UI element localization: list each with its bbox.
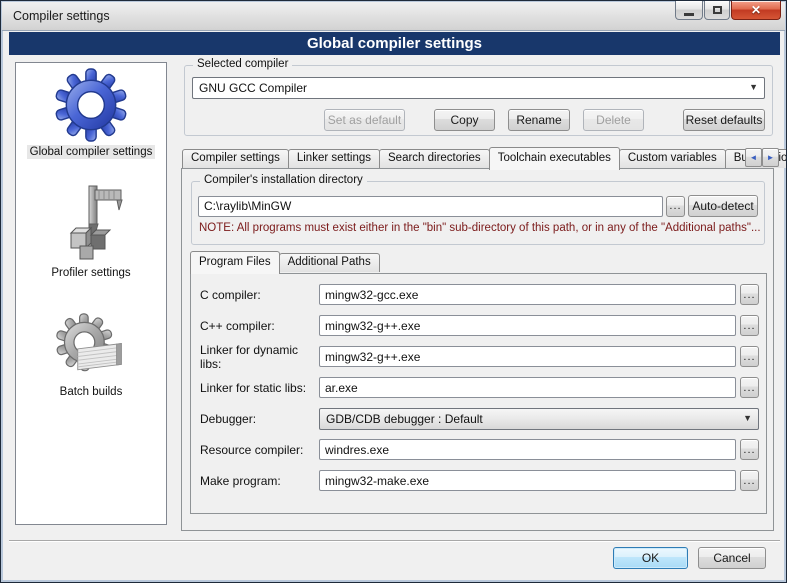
toolchain-row-c-compiler: C compiler: ... <box>200 284 759 305</box>
blue-gear-icon <box>54 68 128 142</box>
sidebar-item-global-compiler-settings[interactable]: Global compiler settings <box>27 68 156 159</box>
debugger-select[interactable]: GDB/CDB debugger : Default ▼ <box>319 408 759 430</box>
toolchain-row-resource-compiler: Resource compiler: ... <box>200 439 759 460</box>
install-dir-browse-button[interactable]: ... <box>666 196 685 217</box>
sidebar-item-profiler-settings[interactable]: Profiler settings <box>48 183 133 280</box>
toolchain-row-make-program: Make program: ... <box>200 470 759 491</box>
tab-custom-variables[interactable]: Custom variables <box>619 149 726 168</box>
linker-static-input[interactable] <box>319 377 736 398</box>
copy-button[interactable]: Copy <box>434 109 495 131</box>
browse-button[interactable]: ... <box>740 315 759 336</box>
browse-button[interactable]: ... <box>740 346 759 367</box>
tab-scroll-left-button[interactable]: ◄ <box>745 148 762 167</box>
tab-search-directories[interactable]: Search directories <box>379 149 490 168</box>
reset-defaults-button[interactable]: Reset defaults <box>683 109 765 131</box>
linker-dynamic-input[interactable] <box>319 346 736 367</box>
tab-scroll-right-button[interactable]: ► <box>762 148 779 167</box>
compiler-select[interactable]: GNU GCC Compiler ▼ <box>192 77 765 99</box>
minimize-button[interactable] <box>675 1 703 20</box>
delete-button[interactable]: Delete <box>583 109 644 131</box>
titlebar[interactable]: Compiler settings <box>2 2 785 31</box>
toolchain-row-linker-static: Linker for static libs: ... <box>200 377 759 398</box>
resource-compiler-input[interactable] <box>319 439 736 460</box>
install-dir-note: NOTE: All programs must exist either in … <box>199 222 761 234</box>
group-legend: Compiler's installation directory <box>200 174 367 186</box>
field-label: Resource compiler: <box>200 443 319 457</box>
autodetect-button[interactable]: Auto-detect <box>688 195 758 217</box>
sidebar-item-label: Batch builds <box>57 385 126 399</box>
page-title: Global compiler settings <box>9 32 780 55</box>
chevron-down-icon: ▼ <box>749 82 758 92</box>
set-as-default-button[interactable]: Set as default <box>324 109 405 131</box>
toolchain-row-debugger: Debugger: GDB/CDB debugger : Default ▼ <box>200 408 759 429</box>
browse-button[interactable]: ... <box>740 439 759 460</box>
compiler-settings-dialog: Compiler settings ✕ Global compiler sett… <box>0 0 787 583</box>
sidebar-item-label: Profiler settings <box>48 266 133 280</box>
close-button[interactable]: ✕ <box>731 1 781 20</box>
subtab-program-files[interactable]: Program Files <box>190 251 280 274</box>
debugger-select-value: GDB/CDB debugger : Default <box>326 412 483 426</box>
ok-button[interactable]: OK <box>613 547 688 569</box>
make-program-input[interactable] <box>319 470 736 491</box>
sidebar-item-label: Global compiler settings <box>27 145 156 159</box>
field-label: C++ compiler: <box>200 319 319 333</box>
footer-divider <box>9 540 780 541</box>
toolchain-executables-panel: Compiler's installation directory ... Au… <box>181 168 774 531</box>
toolchain-row-linker-dynamic: Linker for dynamic libs: ... <box>200 346 759 367</box>
browse-button[interactable]: ... <box>740 470 759 491</box>
group-legend: Selected compiler <box>193 58 292 70</box>
field-label: Linker for dynamic libs: <box>200 343 319 371</box>
program-files-panel: C compiler: ... C++ compiler: ... Linker… <box>190 273 767 514</box>
arrow-left-icon: ◄ <box>750 153 758 162</box>
cancel-button[interactable]: Cancel <box>698 547 766 569</box>
compiler-tabstrip: Compiler settings Linker settings Search… <box>182 146 787 170</box>
tab-toolchain-executables[interactable]: Toolchain executables <box>489 147 620 170</box>
toolchain-row-cpp-compiler: C++ compiler: ... <box>200 315 759 336</box>
close-icon: ✕ <box>751 3 761 17</box>
subtab-additional-paths[interactable]: Additional Paths <box>279 253 380 272</box>
field-label: Linker for static libs: <box>200 381 319 395</box>
c-compiler-input[interactable] <box>319 284 736 305</box>
minimize-icon <box>684 13 694 16</box>
browse-button[interactable]: ... <box>740 284 759 305</box>
maximize-button[interactable] <box>704 1 730 20</box>
caliper-icon <box>51 183 131 263</box>
tab-compiler-settings[interactable]: Compiler settings <box>182 149 289 168</box>
gray-gear-icon <box>55 312 127 382</box>
field-label: C compiler: <box>200 288 319 302</box>
install-dir-group: Compiler's installation directory ... Au… <box>191 181 765 245</box>
tab-linker-settings[interactable]: Linker settings <box>288 149 380 168</box>
maximize-icon <box>713 6 722 14</box>
program-subtabstrip: Program Files Additional Paths <box>190 252 379 274</box>
tab-scroll-buttons: ◄ ► <box>745 148 779 167</box>
settings-category-list: Global compiler settings <box>15 62 167 525</box>
rename-button[interactable]: Rename <box>508 109 570 131</box>
field-label: Debugger: <box>200 412 319 426</box>
selected-compiler-group: Selected compiler GNU GCC Compiler ▼ Set… <box>184 65 773 136</box>
browse-button[interactable]: ... <box>740 377 759 398</box>
install-dir-input[interactable] <box>198 196 663 217</box>
compiler-select-value: GNU GCC Compiler <box>199 81 307 95</box>
cpp-compiler-input[interactable] <box>319 315 736 336</box>
arrow-right-icon: ► <box>767 153 775 162</box>
sidebar-item-batch-builds[interactable]: Batch builds <box>55 312 127 399</box>
field-label: Make program: <box>200 474 319 488</box>
window-title: Compiler settings <box>13 9 110 23</box>
chevron-down-icon: ▼ <box>743 413 752 423</box>
window-controls: ✕ <box>675 1 781 20</box>
